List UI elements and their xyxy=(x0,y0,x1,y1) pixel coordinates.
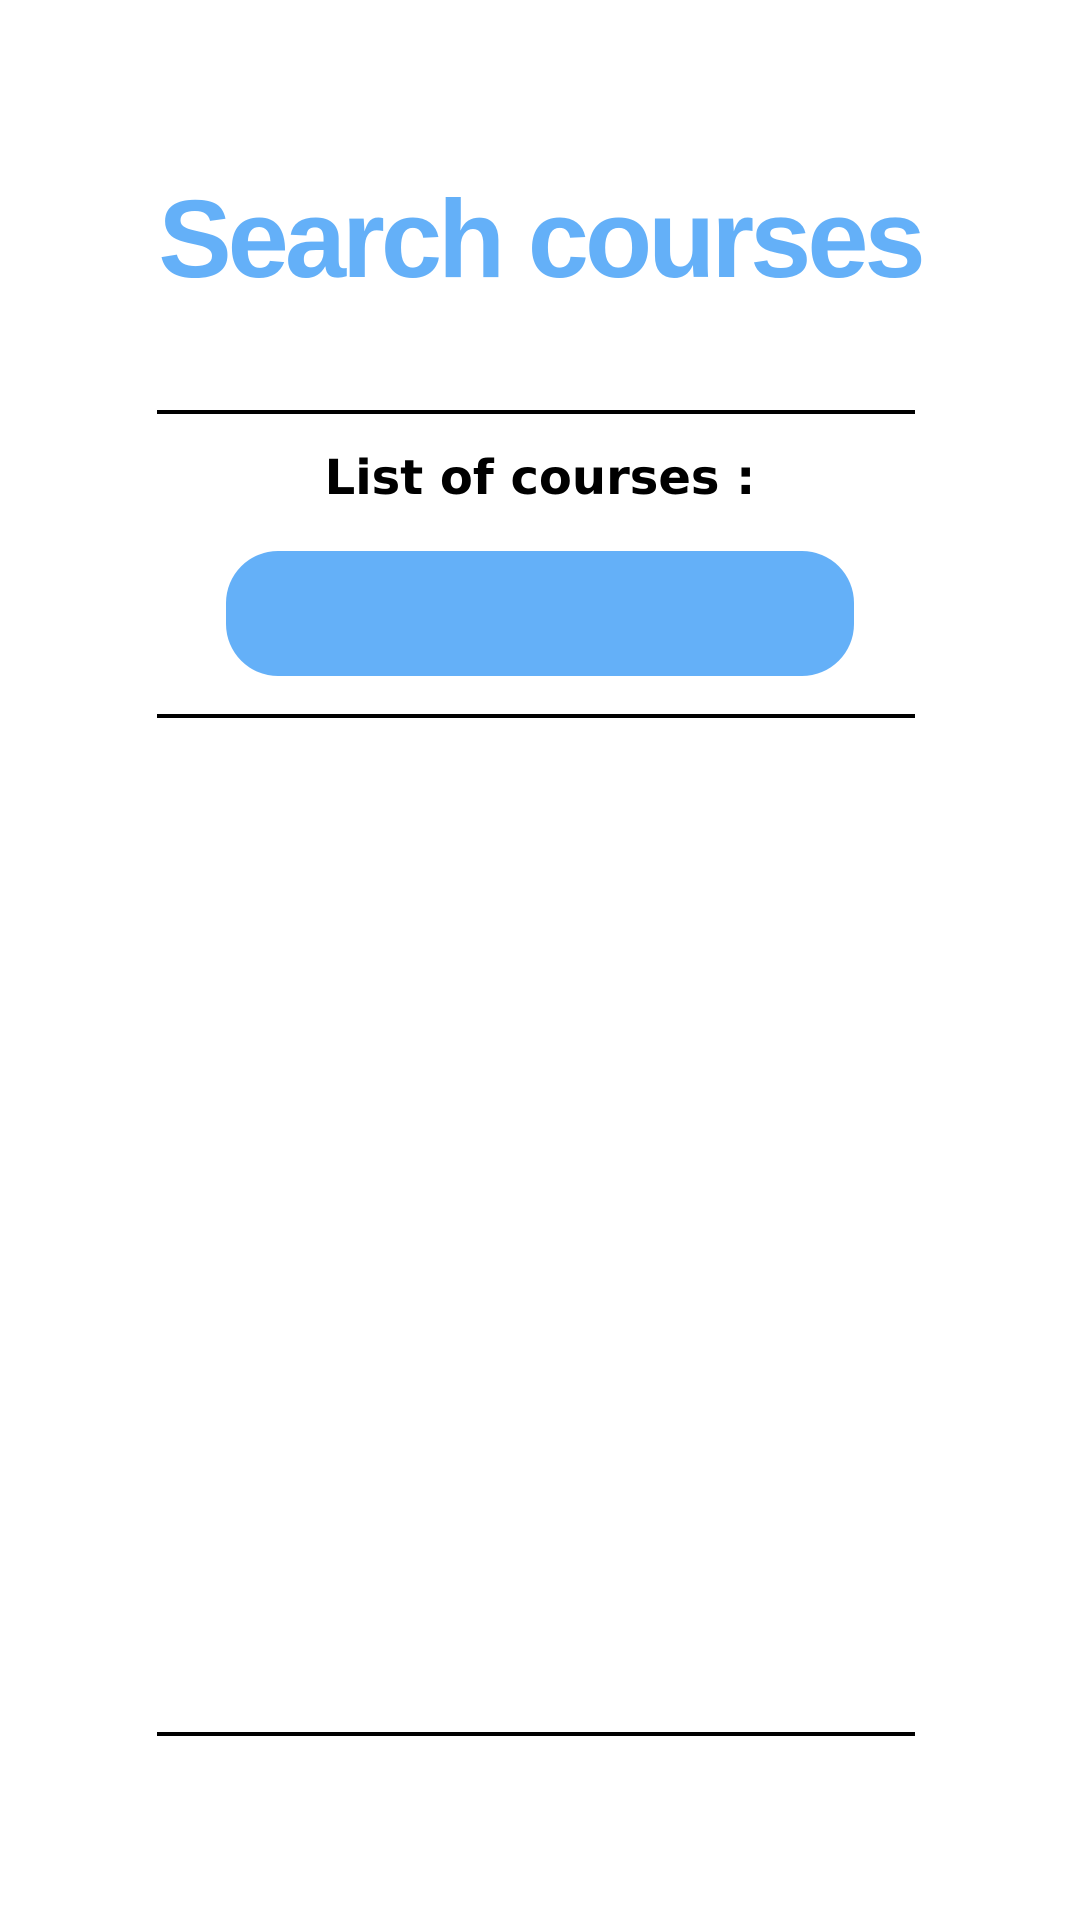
top-divider xyxy=(157,410,915,414)
middle-divider xyxy=(157,714,915,718)
page-title: Search courses xyxy=(158,178,925,301)
course-list xyxy=(157,720,915,1728)
course-list-heading: List of courses : xyxy=(324,450,756,506)
bottom-divider xyxy=(157,1732,915,1736)
course-button[interactable] xyxy=(226,551,854,676)
